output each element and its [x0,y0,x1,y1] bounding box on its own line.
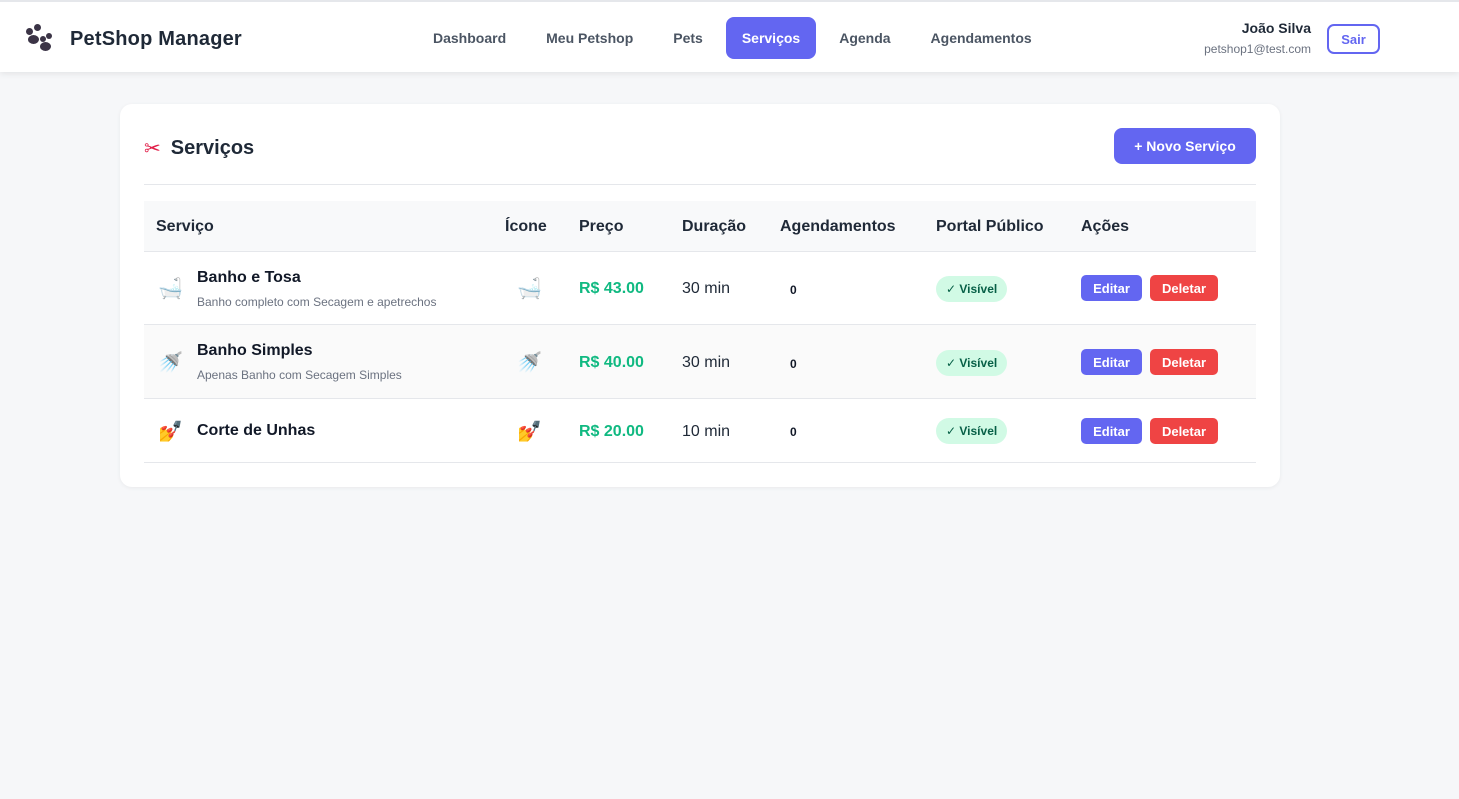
main-nav: Dashboard Meu Petshop Pets Serviços Agen… [416,16,1055,60]
nav-servicos[interactable]: Serviços [725,17,817,59]
page-title: ✂ Serviços [144,136,254,161]
shower-icon: 🚿 [517,352,542,374]
service-price: R$ 43.00 [579,280,644,297]
top-navbar: PetShop Manager Dashboard Meu Petshop Pe… [0,0,1459,72]
edit-button[interactable]: Editar [1081,418,1142,444]
services-card: ✂ Serviços + Novo Serviço Serviço Ícone … [120,104,1280,487]
paw-icon [24,24,54,54]
delete-button[interactable]: Deletar [1150,418,1218,444]
service-price: R$ 40.00 [579,354,644,371]
delete-button[interactable]: Deletar [1150,275,1218,301]
service-duration: 30 min [682,280,731,297]
col-preco: Preço [579,218,624,235]
bookings-count: 0 [790,357,797,371]
nav-agendamentos[interactable]: Agendamentos [914,17,1049,59]
service-duration: 30 min [682,354,731,371]
status-badge: ✓ Visível [936,276,1008,302]
page-title-text: Serviços [170,137,255,159]
logout-button[interactable]: Sair [1327,24,1380,54]
service-price: R$ 20.00 [579,423,644,440]
edit-button[interactable]: Editar [1081,349,1142,375]
col-icone: Ícone [505,218,547,235]
col-portal: Portal Público [936,218,1044,235]
bookings-count: 0 [790,425,797,439]
card-header: ✂ Serviços + Novo Serviço [144,128,1256,185]
delete-button[interactable]: Deletar [1150,349,1218,375]
service-info: Banho e Tosa Banho completo com Secagem … [197,269,436,309]
nail-polish-icon: 💅 [517,421,542,443]
user-email: petshop1@test.com [1204,42,1311,56]
col-acoes: Ações [1081,218,1130,235]
service-name: Corte de Unhas [197,422,316,439]
shower-icon: 🚿 [158,352,183,374]
table-row: 🚿 Banho Simples Apenas Banho com Secagem… [144,325,1256,399]
nav-dashboard[interactable]: Dashboard [416,17,523,59]
table-row: 💅 Corte de Unhas 💅 R$ 20.00 10 min 0 ✓ V… [144,399,1256,463]
nav-pets[interactable]: Pets [656,17,720,59]
scissors-icon: ✂ [144,138,161,160]
service-description: Apenas Banho com Secagem Simples [197,368,402,382]
service-duration: 10 min [682,423,731,440]
col-duracao: Duração [682,218,747,235]
bookings-count: 0 [790,283,797,297]
new-service-button[interactable]: + Novo Serviço [1114,128,1256,164]
status-badge: ✓ Visível [936,418,1008,444]
nail-polish-icon: 💅 [158,421,183,443]
nav-meu-petshop[interactable]: Meu Petshop [529,17,650,59]
service-info: Corte de Unhas [197,422,315,440]
user-info: João Silva petshop1@test.com [1204,20,1311,56]
nav-agenda[interactable]: Agenda [822,17,907,59]
services-table: Serviço Ícone Preço Duração Agendamentos… [144,201,1256,463]
app-title: PetShop Manager [70,27,242,50]
col-servico: Serviço [156,218,214,235]
col-agendamentos: Agendamentos [780,218,896,235]
user-name: João Silva [1241,20,1311,36]
brand[interactable]: PetShop Manager [24,24,242,54]
bathtub-icon: 🛁 [158,278,183,300]
bathtub-icon: 🛁 [517,278,542,300]
service-info: Banho Simples Apenas Banho com Secagem S… [197,342,402,382]
table-row: 🛁 Banho e Tosa Banho completo com Secage… [144,252,1256,325]
service-name: Banho Simples [197,342,313,359]
edit-button[interactable]: Editar [1081,275,1142,301]
service-name: Banho e Tosa [197,269,301,286]
table-header: Serviço Ícone Preço Duração Agendamentos… [144,201,1256,252]
status-badge: ✓ Visível [936,350,1008,376]
service-description: Banho completo com Secagem e apetrechos [197,295,437,309]
